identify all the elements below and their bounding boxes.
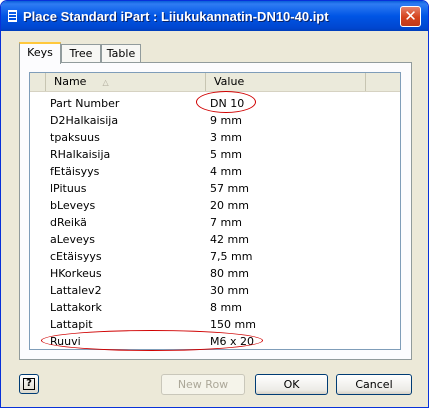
tab-keys[interactable]: Keys <box>19 42 61 64</box>
column-header-value[interactable]: Value <box>206 73 366 91</box>
row-value: M6 x 20 <box>210 335 254 348</box>
table-row[interactable]: aLeveys 42 mm <box>30 231 400 248</box>
table-row[interactable]: fEtäisyys 4 mm <box>30 163 400 180</box>
dialog-window: Place Standard iPart : Liiukukannatin-DN… <box>0 0 429 408</box>
table-row[interactable]: HKorkeus 80 mm <box>30 265 400 282</box>
row-name: cEtäisyys <box>50 250 102 263</box>
row-value: 7 mm <box>210 216 242 229</box>
row-name: HKorkeus <box>50 267 102 280</box>
new-row-button[interactable]: New Row <box>161 374 245 395</box>
row-name: D2Halkaisija <box>50 114 119 127</box>
row-name: bLeveys <box>50 199 96 212</box>
row-value: 20 mm <box>210 199 249 212</box>
row-value: 4 mm <box>210 165 242 178</box>
table-row[interactable]: lPituus 57 mm <box>30 180 400 197</box>
window-title: Place Standard iPart : Liiukukannatin-DN… <box>23 9 329 24</box>
table-row[interactable]: RHalkaisija 5 mm <box>30 146 400 163</box>
row-value: 57 mm <box>210 182 249 195</box>
row-value: 42 mm <box>210 233 249 246</box>
row-name: lPituus <box>50 182 87 195</box>
help-button[interactable]: ? <box>19 374 39 394</box>
row-name: Lattakork <box>50 301 102 314</box>
row-value: 8 mm <box>210 301 242 314</box>
keys-tab-panel: Name △ Value Part Number DN 10 D2Halkaisi… <box>19 62 412 360</box>
sort-ascending-icon: △ <box>102 78 109 87</box>
tab-tree[interactable]: Tree <box>61 44 101 62</box>
row-name: aLeveys <box>50 233 95 246</box>
header-spacer <box>30 73 46 91</box>
ok-button[interactable]: OK <box>255 374 328 395</box>
table-row[interactable]: bLeveys 20 mm <box>30 197 400 214</box>
header-filler <box>366 73 400 91</box>
row-name: fEtäisyys <box>50 165 100 178</box>
column-header-name[interactable]: Name △ <box>46 73 206 91</box>
table-row[interactable]: tpaksuus 3 mm <box>30 129 400 146</box>
table-row[interactable]: D2Halkaisija 9 mm <box>30 112 400 129</box>
row-name: Part Number <box>50 97 120 110</box>
table-row[interactable]: Lattapit 150 mm <box>30 316 400 333</box>
row-name: tpaksuus <box>50 131 100 144</box>
table-row[interactable]: Lattakork 8 mm <box>30 299 400 316</box>
row-name: Lattalev2 <box>50 284 102 297</box>
keys-grid: Name △ Value Part Number DN 10 D2Halkaisi… <box>29 72 401 350</box>
row-value: 7,5 mm <box>210 250 253 263</box>
row-value: 5 mm <box>210 148 242 161</box>
table-row[interactable]: dReikä 7 mm <box>30 214 400 231</box>
column-header-value-label: Value <box>214 75 245 88</box>
grid-header: Name △ Value <box>30 73 400 92</box>
row-value: 80 mm <box>210 267 249 280</box>
row-value: DN 10 <box>210 97 245 110</box>
row-value: 3 mm <box>210 131 242 144</box>
tab-table[interactable]: Table <box>101 44 141 62</box>
table-row[interactable]: Ruuvi M6 x 20 <box>30 333 400 350</box>
row-name: dReikä <box>50 216 87 229</box>
help-icon: ? <box>23 378 35 390</box>
cancel-button[interactable]: Cancel <box>336 374 412 395</box>
column-header-name-label: Name <box>54 75 87 88</box>
title-bar[interactable]: Place Standard iPart : Liiukukannatin-DN… <box>1 1 428 31</box>
row-value: 9 mm <box>210 114 242 127</box>
table-row[interactable]: cEtäisyys 7,5 mm <box>30 248 400 265</box>
row-name: RHalkaisija <box>50 148 111 161</box>
row-value: 150 mm <box>210 318 256 331</box>
table-row[interactable]: Lattalev2 30 mm <box>30 282 400 299</box>
close-button[interactable]: ✕ <box>400 6 421 27</box>
table-row[interactable]: Part Number DN 10 <box>30 95 400 112</box>
row-name: Ruuvi <box>50 335 81 348</box>
row-value: 30 mm <box>210 284 249 297</box>
ipart-document-icon <box>8 10 17 22</box>
row-name: Lattapit <box>50 318 93 331</box>
